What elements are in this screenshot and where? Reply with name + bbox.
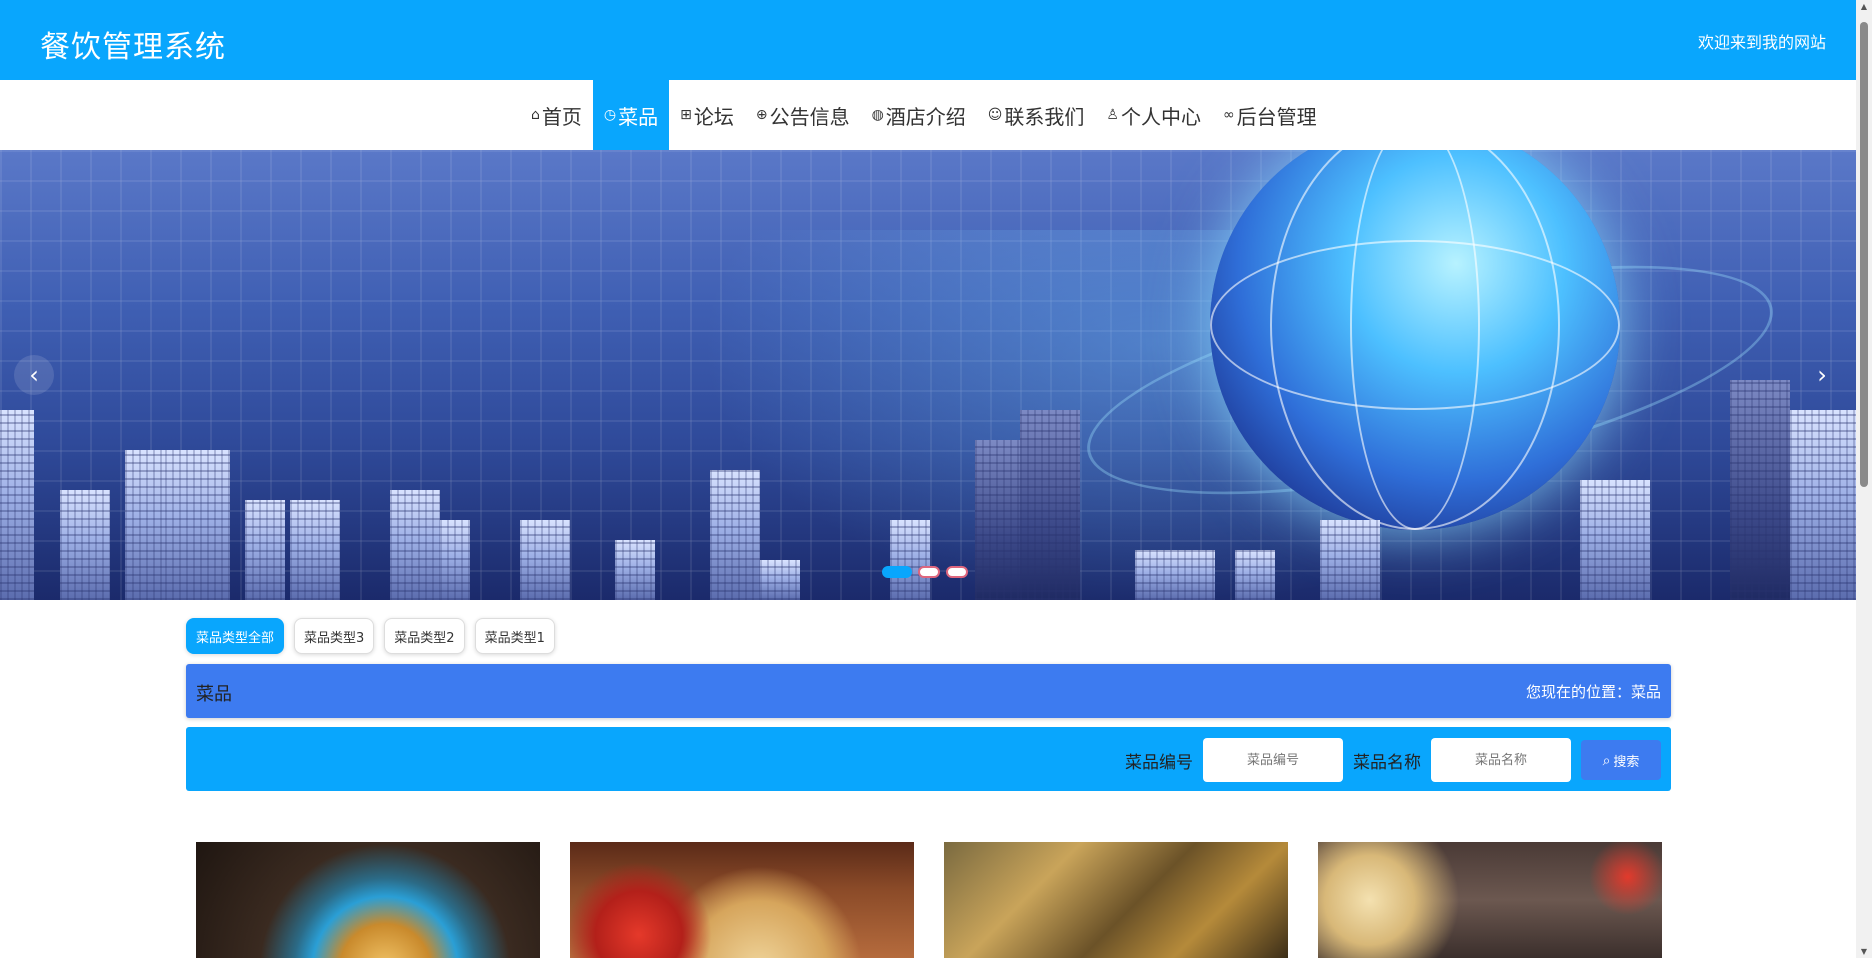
home-icon: ⌂ bbox=[531, 107, 540, 123]
user-icon: ♙ bbox=[1106, 107, 1119, 123]
scroll-up-icon[interactable]: ▲ bbox=[1859, 2, 1869, 11]
gift-icon: ⊕ bbox=[755, 107, 768, 123]
welcome-text: 欢迎来到我的网站 bbox=[1697, 33, 1826, 52]
nav-item-hotel-intro[interactable]: ◍ 酒店介绍 bbox=[861, 80, 977, 150]
chevron-right-icon: › bbox=[1817, 361, 1827, 389]
nav-item-label: 个人中心 bbox=[1120, 104, 1201, 129]
dish-image bbox=[944, 842, 1288, 958]
building bbox=[1790, 410, 1856, 600]
dish-type-tabs: 菜品类型全部 菜品类型3 菜品类型2 菜品类型1 bbox=[186, 618, 555, 654]
nav-item-label: 酒店介绍 bbox=[885, 104, 966, 129]
nav-item-label: 后台管理 bbox=[1236, 104, 1317, 129]
nav-item-label: 联系我们 bbox=[1004, 104, 1085, 129]
nav-item-announcements[interactable]: ⊕ 公告信息 bbox=[745, 80, 861, 150]
building bbox=[165, 450, 230, 600]
page-scrollbar[interactable]: ▲ ▼ bbox=[1856, 0, 1872, 958]
building bbox=[1020, 410, 1080, 600]
clock-icon: ◷ bbox=[603, 107, 617, 123]
dish-card[interactable] bbox=[1318, 842, 1662, 958]
link-icon: ∞ bbox=[1222, 107, 1235, 123]
carousel-indicators bbox=[882, 566, 968, 578]
globe-icon: ◍ bbox=[871, 107, 884, 123]
nav-item-label: 首页 bbox=[541, 104, 582, 129]
building bbox=[125, 450, 165, 600]
building bbox=[710, 470, 760, 600]
dish-image bbox=[570, 842, 914, 958]
dish-card[interactable] bbox=[196, 842, 540, 958]
nav-item-user-center[interactable]: ♙ 个人中心 bbox=[1095, 80, 1212, 150]
site-title: 餐饮管理系统 bbox=[40, 30, 226, 65]
scrollbar-thumb[interactable] bbox=[1860, 22, 1868, 487]
nav-item-label: 公告信息 bbox=[769, 104, 850, 129]
face-icon: ☺ bbox=[987, 107, 1003, 123]
dish-image bbox=[1318, 842, 1662, 958]
tab-type-3[interactable]: 菜品类型3 bbox=[294, 618, 375, 654]
building bbox=[440, 520, 470, 600]
location-bar: 菜品 您现在的位置：菜品 bbox=[186, 664, 1671, 718]
nav-item-admin[interactable]: ∞ 后台管理 bbox=[1212, 80, 1328, 150]
building bbox=[390, 490, 440, 600]
nav-item-home[interactable]: ⌂ 首页 bbox=[520, 80, 593, 150]
nav-item-forum[interactable]: ⊞ 论坛 bbox=[669, 80, 745, 150]
search-button-label: 搜索 bbox=[1613, 753, 1640, 769]
dish-image bbox=[196, 842, 540, 958]
building bbox=[0, 410, 34, 600]
nav-item-contact[interactable]: ☺ 联系我们 bbox=[977, 80, 1096, 150]
building bbox=[1730, 380, 1790, 600]
building bbox=[60, 490, 110, 600]
tab-type-1[interactable]: 菜品类型1 bbox=[474, 618, 555, 654]
dish-name-label: 菜品名称 bbox=[1353, 752, 1421, 773]
dish-card-list bbox=[196, 842, 1662, 958]
carousel-banner: ‹ › bbox=[0, 150, 1856, 600]
building bbox=[1135, 550, 1215, 600]
nav-items: ⌂ 首页 ◷ 菜品 ⊞ 论坛 ⊕ 公告信息 ◍ 酒店介绍 ☺ 联系我们 ♙ 个人… bbox=[520, 80, 1328, 150]
building bbox=[890, 520, 930, 600]
dish-card[interactable] bbox=[570, 842, 914, 958]
dish-card[interactable] bbox=[944, 842, 1288, 958]
main-nav: ⌂ 首页 ◷ 菜品 ⊞ 论坛 ⊕ 公告信息 ◍ 酒店介绍 ☺ 联系我们 ♙ 个人… bbox=[0, 80, 1856, 150]
tab-type-all[interactable]: 菜品类型全部 bbox=[186, 618, 285, 654]
search-row: 菜品编号 菜品名称 ⌕ 搜索 bbox=[1125, 738, 1661, 782]
building bbox=[615, 540, 655, 600]
carousel-dot-1[interactable] bbox=[882, 566, 912, 578]
top-header: 餐饮管理系统 欢迎来到我的网站 bbox=[0, 0, 1856, 80]
breadcrumb: 您现在的位置：菜品 bbox=[1525, 683, 1661, 701]
nav-item-dishes[interactable]: ◷ 菜品 bbox=[592, 80, 670, 150]
grid-icon: ⊞ bbox=[680, 107, 692, 123]
tab-type-2[interactable]: 菜品类型2 bbox=[384, 618, 465, 654]
building bbox=[1320, 520, 1380, 600]
carousel-prev-button[interactable]: ‹ bbox=[14, 355, 54, 395]
dish-name-input[interactable] bbox=[1431, 738, 1571, 782]
dish-number-label: 菜品编号 bbox=[1125, 752, 1193, 773]
building bbox=[520, 520, 570, 600]
page-title: 菜品 bbox=[196, 684, 232, 705]
scroll-down-icon[interactable]: ▼ bbox=[1859, 947, 1869, 956]
carousel-dot-2[interactable] bbox=[918, 566, 940, 578]
building bbox=[290, 500, 340, 600]
building bbox=[245, 500, 285, 600]
carousel-dot-3[interactable] bbox=[946, 566, 968, 578]
carousel-next-button[interactable]: › bbox=[1802, 355, 1842, 395]
nav-item-label: 论坛 bbox=[693, 104, 734, 129]
building bbox=[760, 560, 800, 600]
building bbox=[1580, 480, 1650, 600]
chevron-left-icon: ‹ bbox=[29, 361, 39, 389]
search-bar: 菜品编号 菜品名称 ⌕ 搜索 bbox=[186, 727, 1671, 791]
search-icon: ⌕ bbox=[1602, 751, 1611, 768]
dish-number-input[interactable] bbox=[1203, 738, 1343, 782]
search-button[interactable]: ⌕ 搜索 bbox=[1581, 740, 1661, 780]
nav-item-label: 菜品 bbox=[618, 104, 659, 129]
building bbox=[1235, 550, 1275, 600]
